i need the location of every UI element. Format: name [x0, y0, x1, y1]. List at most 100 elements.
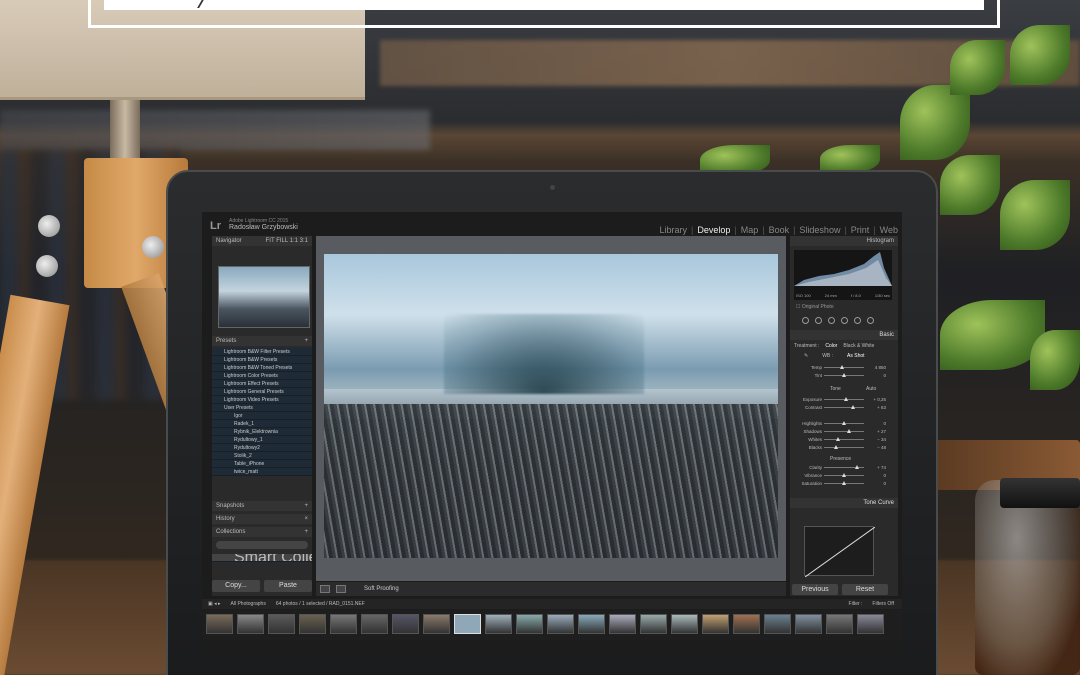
- slider-knob[interactable]: [842, 421, 846, 425]
- filmstrip-thumbnail[interactable]: [826, 614, 853, 634]
- filmstrip-thumbnail[interactable]: [764, 614, 791, 634]
- slider-track[interactable]: [824, 429, 864, 433]
- filmstrip-thumbnail[interactable]: [237, 614, 264, 634]
- slider-value[interactable]: + 74: [864, 465, 886, 470]
- preset-folder[interactable]: Lightroom Effect Presets: [212, 380, 312, 388]
- user-preset[interactable]: Table_iPhone: [212, 460, 312, 468]
- preset-folder[interactable]: Lightroom B&W Presets: [212, 356, 312, 364]
- module-slideshow[interactable]: Slideshow: [799, 225, 840, 235]
- filmstrip-thumbnail[interactable]: [392, 614, 419, 634]
- slider-blacks[interactable]: Blacks − 48: [794, 444, 894, 451]
- slider-value[interactable]: + 63: [864, 405, 886, 410]
- slider-value[interactable]: 0: [864, 373, 886, 378]
- adjustment-brush-icon[interactable]: [867, 316, 874, 324]
- slider-value[interactable]: − 34: [864, 437, 886, 442]
- filmstrip-thumbnail[interactable]: [423, 614, 450, 634]
- slider-knob[interactable]: [842, 473, 846, 477]
- slider-whites[interactable]: Whites − 34: [794, 436, 894, 443]
- slider-value[interactable]: 0: [864, 421, 886, 426]
- module-develop[interactable]: Develop: [697, 225, 730, 235]
- preset-folder[interactable]: Lightroom General Presets: [212, 388, 312, 396]
- user-preset[interactable]: Radek_1: [212, 420, 312, 428]
- histogram[interactable]: ISO 100 24 mm f / 8.0 1/30 sec: [794, 250, 892, 300]
- slider-knob[interactable]: [854, 465, 859, 469]
- filmstrip-thumbnail[interactable]: [578, 614, 605, 634]
- grid-view-icon[interactable]: ▣ ◂ ▸: [208, 601, 221, 607]
- slider-knob[interactable]: [836, 437, 840, 441]
- slider-track[interactable]: [824, 465, 864, 469]
- slider-value[interactable]: + 27: [864, 429, 886, 434]
- filmstrip-thumbnail[interactable]: [516, 614, 543, 634]
- zoom-options[interactable]: FIT FILL 1:1 3:1: [266, 238, 308, 244]
- slider-knob[interactable]: [842, 481, 846, 485]
- radial-filter-icon[interactable]: [854, 316, 861, 324]
- slider-contrast[interactable]: Contrast + 63: [794, 404, 894, 411]
- soft-proofing-toggle[interactable]: Soft Proofing: [364, 586, 399, 592]
- history-header[interactable]: History ×: [212, 514, 312, 524]
- eyedropper-icon[interactable]: ✎: [804, 353, 808, 359]
- preset-folder-user[interactable]: User Presets: [212, 404, 312, 412]
- wb-select[interactable]: As Shot: [847, 353, 865, 359]
- preset-folder[interactable]: Lightroom Color Presets: [212, 372, 312, 380]
- slider-saturation[interactable]: Saturation 0: [794, 480, 894, 487]
- slider-track[interactable]: [824, 445, 864, 449]
- filmstrip-thumbnail[interactable]: [702, 614, 729, 634]
- filmstrip-source[interactable]: All Photographs: [231, 601, 266, 607]
- smart-collections-item[interactable]: Smart Collections: [212, 554, 312, 562]
- filmstrip-thumbnail[interactable]: [330, 614, 357, 634]
- slider-track[interactable]: [824, 365, 864, 369]
- filmstrip-thumbnail[interactable]: [299, 614, 326, 634]
- module-book[interactable]: Book: [769, 225, 790, 235]
- slider-tint[interactable]: Tint 0: [794, 372, 894, 379]
- red-eye-icon[interactable]: [828, 316, 835, 324]
- edited-photo[interactable]: [324, 254, 778, 558]
- filmstrip-thumbnail[interactable]: [671, 614, 698, 634]
- slider-value[interactable]: 4 850: [864, 365, 886, 370]
- filmstrip-thumbnail[interactable]: [454, 614, 481, 634]
- slider-knob[interactable]: [842, 373, 846, 377]
- slider-temp[interactable]: Temp 4 850: [794, 364, 894, 371]
- slider-knob[interactable]: [844, 397, 848, 401]
- user-preset[interactable]: twice_matt: [212, 468, 312, 476]
- slider-vibrance[interactable]: Vibrance 0: [794, 472, 894, 479]
- slider-highlights[interactable]: Highlights 0: [794, 420, 894, 427]
- tone-curve-header[interactable]: Tone Curve: [790, 498, 898, 508]
- slider-exposure[interactable]: Exposure + 0,25: [794, 396, 894, 403]
- filmstrip-thumbnail[interactable]: [485, 614, 512, 634]
- module-library[interactable]: Library: [659, 225, 687, 235]
- slider-track[interactable]: [824, 373, 864, 377]
- slider-value[interactable]: 0: [864, 481, 886, 486]
- slider-value[interactable]: + 0,25: [864, 397, 886, 402]
- preset-folder[interactable]: Lightroom B&W Filter Presets: [212, 348, 312, 356]
- tone-auto-button[interactable]: Auto: [866, 386, 876, 392]
- slider-track[interactable]: [824, 397, 864, 401]
- filmstrip-thumbnail[interactable]: [857, 614, 884, 634]
- filter-select[interactable]: Filters Off: [872, 601, 902, 607]
- slider-clarity[interactable]: Clarity + 74: [794, 464, 894, 471]
- slider-track[interactable]: [824, 405, 864, 409]
- preset-folder[interactable]: Lightroom B&W Toned Presets: [212, 364, 312, 372]
- slider-shadows[interactable]: Shadows + 27: [794, 428, 894, 435]
- slider-track[interactable]: [824, 473, 864, 477]
- filmstrip-thumbnail[interactable]: [640, 614, 667, 634]
- basic-header[interactable]: Basic: [790, 330, 898, 340]
- module-web[interactable]: Web: [880, 225, 898, 235]
- collections-header[interactable]: Collections +: [212, 527, 312, 537]
- user-preset[interactable]: Rydultowy_1: [212, 436, 312, 444]
- filmstrip-thumbnail[interactable]: [361, 614, 388, 634]
- collections-search-input[interactable]: [216, 541, 308, 549]
- reset-button[interactable]: Reset: [842, 584, 888, 595]
- filmstrip-thumbnail[interactable]: [733, 614, 760, 634]
- preset-folder[interactable]: Lightroom Video Presets: [212, 396, 312, 404]
- slider-value[interactable]: 0: [864, 473, 886, 478]
- navigator-preview[interactable]: [218, 266, 310, 328]
- slider-knob[interactable]: [846, 429, 851, 433]
- spot-removal-icon[interactable]: [815, 316, 822, 324]
- filmstrip-thumbnail[interactable]: [609, 614, 636, 634]
- user-preset[interactable]: Rydultowy2: [212, 444, 312, 452]
- filmstrip-thumbnail[interactable]: [268, 614, 295, 634]
- user-preset[interactable]: Igor: [212, 412, 312, 420]
- slider-knob[interactable]: [834, 445, 838, 449]
- before-after-button[interactable]: [336, 585, 346, 593]
- tone-curve-graph[interactable]: [804, 526, 876, 578]
